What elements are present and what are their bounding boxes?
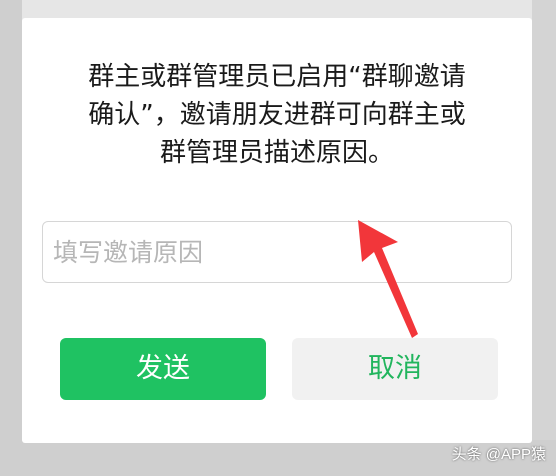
invite-reason-input[interactable] xyxy=(42,221,512,283)
message-line-3: 群管理员描述原因。 xyxy=(159,138,394,168)
watermark: 头条 @APP猿 xyxy=(451,446,546,463)
send-button[interactable]: 发送 xyxy=(60,338,266,400)
background-right xyxy=(532,0,556,476)
message-line-1: 群主或群管理员已启用“群聊邀请 xyxy=(88,62,466,92)
background-left xyxy=(0,0,22,476)
cancel-button[interactable]: 取消 xyxy=(292,338,498,400)
dialog-message: 群主或群管理员已启用“群聊邀请 确认”，邀请朋友进群可向群主或 群管理员描述原因… xyxy=(42,58,512,172)
message-line-2: 确认”，邀请朋友进群可向群主或 xyxy=(88,100,466,130)
invite-reason-dialog: 群主或群管理员已启用“群聊邀请 确认”，邀请朋友进群可向群主或 群管理员描述原因… xyxy=(22,18,532,443)
red-arrow-annotation xyxy=(358,220,418,338)
